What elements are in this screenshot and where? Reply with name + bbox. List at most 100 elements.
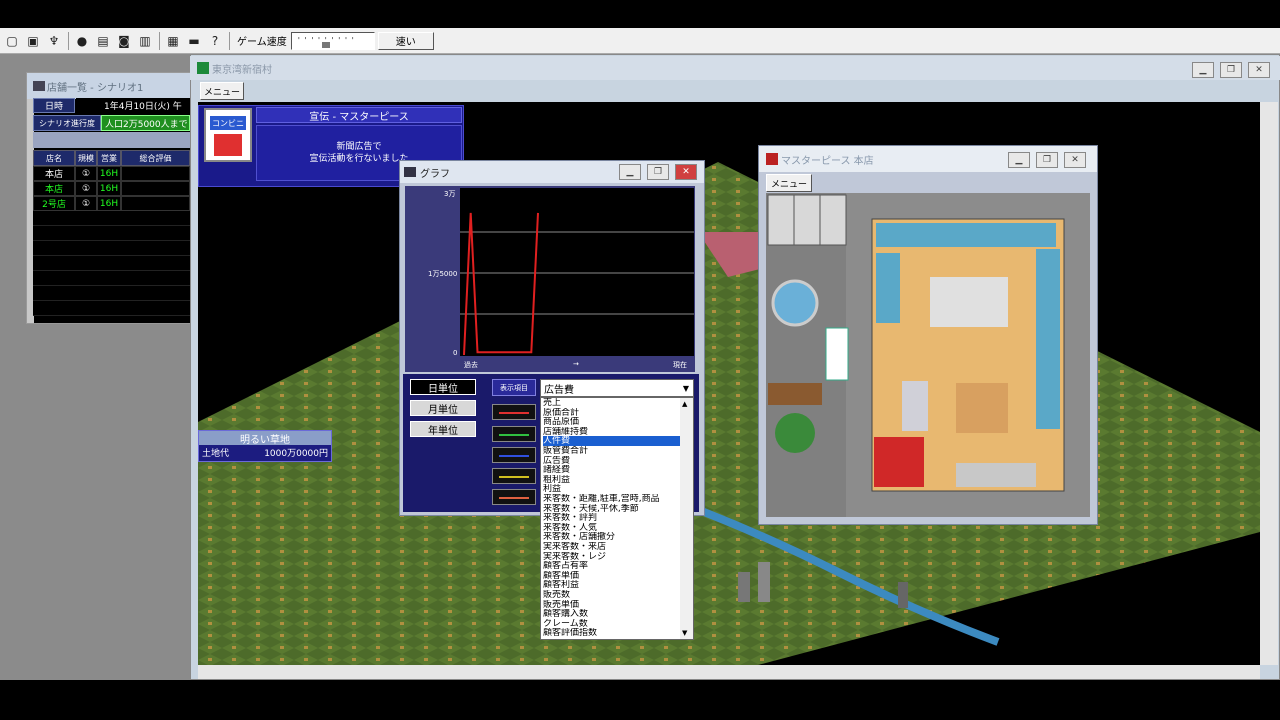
store-size: ① <box>75 166 97 181</box>
cooler-shelf <box>876 223 1056 247</box>
close-button[interactable]: ✕ <box>675 164 697 180</box>
scroll-up-icon[interactable]: ▲ <box>682 400 687 408</box>
building <box>758 562 770 602</box>
center-shelf <box>930 277 1008 327</box>
dropdown-option[interactable]: 店舗維持費 <box>543 427 681 437</box>
side-shelf <box>1036 249 1060 429</box>
y-tick-mid: 1万5000 <box>428 270 458 278</box>
calculator-icon[interactable]: ▤ <box>93 31 113 51</box>
store-hours: 16H <box>97 196 121 211</box>
vending-machine <box>767 194 795 246</box>
store-hours: 16H <box>97 181 121 196</box>
city-menu-button[interactable]: メニュー <box>200 82 244 100</box>
dropdown-option[interactable]: 売上 <box>543 398 681 408</box>
minimize-button[interactable]: ▁ <box>1008 152 1030 168</box>
ad-line-1: 新聞広告で <box>336 142 382 152</box>
search-icon[interactable]: ● <box>72 31 92 51</box>
dropdown-option[interactable]: 来客数・天候,平休,季節 <box>543 504 681 514</box>
map-icon[interactable]: ▦ <box>163 31 183 51</box>
building <box>738 572 750 602</box>
minimize-button[interactable]: ▁ <box>619 164 641 180</box>
shop-floor-view[interactable] <box>766 193 1090 517</box>
store-size: ① <box>75 181 97 196</box>
series-swatch-orange[interactable] <box>492 489 536 505</box>
dropdown-option[interactable]: 顧客占有率 <box>543 561 681 571</box>
dropdown-option[interactable]: 来客数・人気 <box>543 523 681 533</box>
save-icon[interactable]: ▣ <box>23 31 43 51</box>
counter-equipment <box>956 463 1036 487</box>
dropdown-option[interactable]: 来客数・店舗撤分 <box>543 532 681 542</box>
logo-text: コンビニ <box>210 116 246 130</box>
register-counter <box>874 437 924 487</box>
year-unit-button[interactable]: 年単位 <box>410 421 476 437</box>
speed-fast-button[interactable]: 速い <box>377 31 434 50</box>
day-unit-button[interactable]: 日単位 <box>410 379 476 395</box>
vending-machine <box>819 194 847 246</box>
x-tick-left: 過去 <box>464 361 478 369</box>
dropdown-option[interactable]: 顧客単価 <box>543 571 681 581</box>
store-rating <box>121 196 190 211</box>
dropdown-option[interactable]: 原価合計 <box>543 408 681 418</box>
monitor-icon[interactable]: ▬ <box>184 31 204 51</box>
close-button[interactable]: ✕ <box>1248 62 1270 78</box>
chevron-down-icon[interactable]: ▼ <box>680 381 692 395</box>
vending-machine <box>793 194 821 246</box>
scroll-down-icon[interactable]: ▼ <box>682 629 687 637</box>
dropdown-option[interactable]: クレーム数 <box>543 619 681 629</box>
game-speed-label: ゲーム速度 <box>237 37 287 48</box>
dropdown-option[interactable]: 実来客数・来店 <box>543 542 681 552</box>
dropdown-option[interactable]: 販売単価 <box>543 600 681 610</box>
restore-button[interactable]: ❐ <box>1220 62 1242 78</box>
graph-plot <box>460 188 694 356</box>
close-button[interactable]: ✕ <box>1064 152 1086 168</box>
display-item-select[interactable]: 広告費 <box>540 379 694 397</box>
series-swatch-blue[interactable] <box>492 447 536 463</box>
store-rating <box>121 181 190 196</box>
dropdown-option[interactable]: 利益 <box>543 484 681 494</box>
dropdown-option[interactable]: 来客数・距離,駐車,営時,商品 <box>543 494 681 504</box>
dropdown-list[interactable]: 売上 原価合計 商品原価 店舗維持費 人件費 販管費合計 広告費 諸経費 粗利益 利益 来客数・距離… <box>540 397 694 640</box>
table-row[interactable]: 本店 ① 16H <box>33 166 190 181</box>
series-swatch-red[interactable] <box>492 404 536 420</box>
camera-icon[interactable]: ◙ <box>114 31 134 51</box>
dropdown-option[interactable]: 諸経費 <box>543 465 681 475</box>
dropdown-option[interactable]: 販売数 <box>543 590 681 600</box>
restore-button[interactable]: ❐ <box>1036 152 1058 168</box>
dropdown-scrollbar[interactable]: ▲ ▼ <box>680 398 693 639</box>
store-rating <box>121 166 190 181</box>
dropdown-option[interactable]: 販管費合計 <box>543 446 681 456</box>
dropdown-option[interactable]: 粗利益 <box>543 475 681 485</box>
minimize-button[interactable]: ▁ <box>1192 62 1214 78</box>
dropdown-option[interactable]: 来客数・評判 <box>543 513 681 523</box>
slider-thumb[interactable] <box>321 41 330 48</box>
help-icon[interactable]: ? <box>205 31 225 51</box>
side-shelf <box>876 253 900 323</box>
shop-floor-svg <box>766 193 1090 517</box>
vertical-scrollbar[interactable] <box>1260 102 1278 665</box>
series-swatch-green[interactable] <box>492 426 536 442</box>
new-file-icon[interactable]: ▢ <box>2 31 22 51</box>
dropdown-option[interactable]: 商品原価 <box>543 417 681 427</box>
dropdown-option[interactable]: 実来客数・レジ <box>543 552 681 562</box>
city-window-title: 東京湾新宿村 <box>190 56 1280 80</box>
dropdown-option[interactable]: 顧客利益 <box>543 580 681 590</box>
dropdown-option[interactable]: 広告費 <box>543 456 681 466</box>
progress-label: シナリオ進行度 <box>33 115 101 131</box>
table-row[interactable]: 2号店 ① 16H <box>33 196 190 211</box>
land-price-row: 土地代 1000万0000円 <box>200 446 330 460</box>
y-tick-top: 3万 <box>444 190 456 198</box>
main-toolbar: ▢ ▣ ♆ ● ▤ ◙ ▥ ▦ ▬ ? ゲーム速度 ' ' ' ' ' ' ' … <box>0 28 1280 54</box>
dropdown-option[interactable]: 顧客評価指数 <box>543 628 681 638</box>
shop-menu-button[interactable]: メニュー <box>766 174 812 192</box>
book-icon[interactable]: ▥ <box>135 31 155 51</box>
dropdown-option[interactable]: 人件費 <box>543 436 681 447</box>
month-unit-button[interactable]: 月単位 <box>410 400 476 416</box>
ad-header: 宣伝 - マスターピース <box>256 107 462 123</box>
horizontal-scrollbar[interactable] <box>198 665 1260 679</box>
tool-icon[interactable]: ♆ <box>44 31 64 51</box>
restore-button[interactable]: ❐ <box>647 164 669 180</box>
series-swatch-yellow[interactable] <box>492 468 536 484</box>
dropdown-option[interactable]: 顧客購入数 <box>543 609 681 619</box>
table-row[interactable]: 本店 ① 16H <box>33 181 190 196</box>
game-speed-slider[interactable]: ' ' ' ' ' ' ' ' ' <box>290 31 375 50</box>
